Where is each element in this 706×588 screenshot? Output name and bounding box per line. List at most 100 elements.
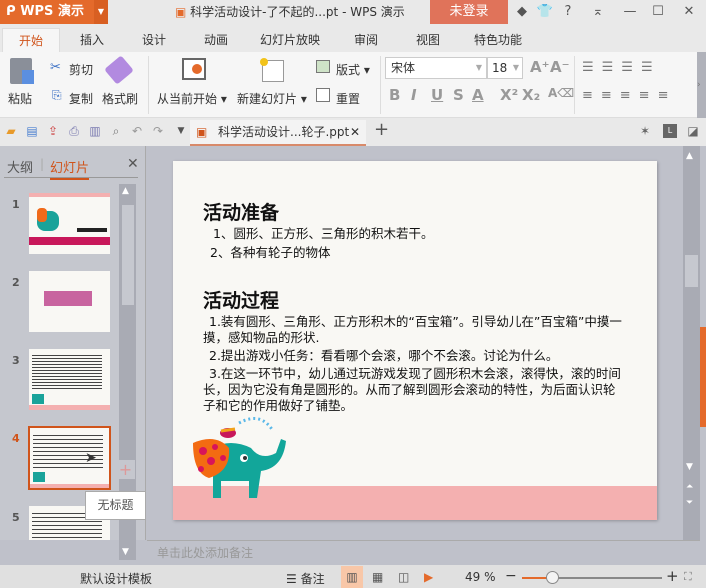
reset-button[interactable]: 重置	[336, 90, 360, 107]
slide-number: 2	[12, 276, 20, 289]
print-preview-icon[interactable]: ▥	[88, 124, 102, 138]
heading-preparation: 活动准备	[203, 202, 280, 224]
zoom-slider-handle[interactable]	[546, 571, 559, 584]
divider	[380, 56, 381, 114]
tab-animation[interactable]: 动画	[204, 28, 228, 52]
scroll-down-icon[interactable]: ▼	[686, 462, 693, 472]
next-slide-icon[interactable]: ⏷	[686, 498, 693, 508]
elephant-illustration	[193, 417, 286, 498]
minimize-icon[interactable]: —	[620, 0, 640, 24]
skin-icon[interactable]: ◆	[512, 0, 532, 24]
pin-icon[interactable]: ✶	[638, 124, 652, 138]
format-painter-button[interactable]: 格式刷	[102, 90, 138, 107]
cut-button[interactable]: 剪切	[69, 61, 93, 78]
decrease-font-icon[interactable]: A⁻	[550, 58, 570, 76]
add-slide-icon[interactable]: +	[116, 460, 135, 479]
open-icon[interactable]: ▰	[4, 124, 18, 138]
notes-input[interactable]: 单击此处添加备注	[147, 540, 700, 565]
bold-icon[interactable]: B	[389, 86, 400, 104]
tab-home[interactable]: 开始	[2, 28, 60, 52]
slide-thumbnail-3[interactable]	[29, 349, 110, 410]
increase-font-icon[interactable]: A⁺	[530, 58, 550, 76]
shirt-icon[interactable]: 👕	[535, 0, 555, 24]
save-icon[interactable]: ▤	[25, 124, 39, 138]
new-slide-button[interactable]: 新建幻灯片 ▾	[237, 90, 307, 107]
align-icons[interactable]: ≡≡≡≡≡	[582, 88, 676, 103]
tab-review[interactable]: 审阅	[354, 28, 378, 52]
paste-icon[interactable]	[10, 58, 34, 84]
more-icon[interactable]: ▼	[174, 124, 188, 138]
print-icon[interactable]: ⎙	[67, 124, 81, 138]
fit-window-icon[interactable]: ⛶	[684, 570, 692, 584]
scroll-up-icon[interactable]: ▲	[122, 186, 129, 196]
window-title: ▣ 科学活动设计-了不起的...pt - WPS 演示	[175, 0, 405, 24]
ribbon-scroll-right[interactable]: ›	[697, 52, 706, 118]
heading-process: 活动过程	[203, 290, 280, 312]
slide-thumbnail-2[interactable]	[29, 271, 110, 332]
tab-insert[interactable]: 插入	[80, 28, 104, 52]
slide-number: 3	[12, 354, 20, 367]
notes-icon: ☰	[286, 572, 301, 586]
scroll-down-icon[interactable]: ▼	[122, 547, 129, 557]
maximize-icon[interactable]: ☐	[648, 0, 668, 24]
slide-canvas[interactable]: 活动准备 1、圆形、正方形、三角形的积木若干。 2、各种有轮子的物体 活动过程 …	[173, 161, 657, 520]
play-from-current-button[interactable]: 从当前开始 ▾	[157, 90, 227, 107]
normal-view-icon[interactable]: ▥	[341, 566, 363, 588]
slide-thumbnail-4[interactable]: ➤	[28, 426, 111, 490]
collapse-ribbon-icon[interactable]: ⌅	[588, 0, 608, 24]
new-tab-icon[interactable]: +	[374, 119, 389, 140]
close-icon[interactable]: ✕	[679, 0, 699, 24]
close-tab-icon[interactable]: ✕	[350, 120, 360, 144]
copy-button[interactable]: 复制	[69, 90, 93, 107]
list-icons[interactable]: ☰☰☰☰	[582, 60, 661, 75]
zoom-level[interactable]: 49 %	[465, 570, 496, 584]
notes-toggle[interactable]: ☰ 备注	[286, 570, 325, 587]
tab-special[interactable]: 特色功能	[474, 28, 522, 52]
zoom-slider[interactable]	[522, 577, 662, 579]
process-item: 3.在这一环节中，幼儿通过玩游戏发现了圆形积木会滚，滚得快，滚的时间长，因为它没…	[203, 366, 621, 413]
redo-icon[interactable]: ↷	[151, 124, 165, 138]
clock-icon[interactable]: L	[663, 124, 677, 138]
layout-button[interactable]: 版式 ▾	[336, 61, 370, 78]
design-template-label[interactable]: 默认设计模板	[80, 570, 152, 587]
new-slide-icon	[260, 58, 284, 82]
subscript-icon[interactable]: X₂	[522, 86, 540, 104]
preview-icon[interactable]: ⌕	[109, 124, 123, 138]
clear-format-icon[interactable]: A⌫	[548, 86, 574, 100]
app-menu-dropdown[interactable]: ▼	[94, 0, 108, 24]
app-menu-button[interactable]: ᑭ WPS 演示	[0, 0, 94, 24]
paste-button[interactable]: 粘贴	[8, 90, 32, 107]
divider: |	[40, 157, 45, 171]
font-color-icon[interactable]: A	[472, 86, 484, 104]
tab-design[interactable]: 设计	[142, 28, 166, 52]
tab-slideshow[interactable]: 幻灯片放映	[260, 28, 320, 52]
superscript-icon[interactable]: X²	[500, 86, 518, 104]
previous-slide-icon[interactable]: ⏶	[686, 482, 693, 492]
side-handle[interactable]	[700, 327, 706, 427]
main-scrollbar[interactable]	[683, 146, 700, 540]
font-size-select[interactable]: 18 ▼	[487, 57, 523, 79]
tab-outline[interactable]: 大纲	[7, 157, 33, 176]
slide-sorter-icon[interactable]: ▦	[372, 570, 383, 584]
scroll-up-icon[interactable]: ▲	[686, 151, 693, 161]
font-name-select[interactable]: 宋体 ▼	[385, 57, 487, 79]
zoom-out-icon[interactable]: −	[505, 568, 517, 584]
slideshow-icon[interactable]: ▶	[424, 570, 433, 584]
document-tab[interactable]: ▣ 科学活动设计...轮子.ppt ✕	[190, 120, 366, 146]
shadow-icon[interactable]: S	[453, 86, 464, 104]
help-icon[interactable]: ?	[558, 0, 578, 24]
tab-view[interactable]: 视图	[416, 28, 440, 52]
export-pdf-icon[interactable]: ⇪	[46, 124, 60, 138]
zoom-in-icon[interactable]: +	[666, 567, 679, 585]
italic-icon[interactable]: I	[411, 86, 417, 104]
slide-thumbnail-1[interactable]	[29, 193, 110, 254]
menu-dropdown-icon[interactable]: ◪	[686, 124, 700, 138]
login-button[interactable]: 未登录	[430, 0, 508, 24]
close-panel-icon[interactable]: ✕	[127, 156, 139, 172]
undo-icon[interactable]: ↶	[130, 124, 144, 138]
scrollbar-thumb[interactable]	[685, 255, 698, 287]
scrollbar-thumb[interactable]	[122, 205, 134, 305]
underline-icon[interactable]: U	[431, 86, 443, 104]
prep-item: 2、各种有轮子的物体	[210, 245, 331, 260]
reading-view-icon[interactable]: ◫	[398, 570, 409, 584]
